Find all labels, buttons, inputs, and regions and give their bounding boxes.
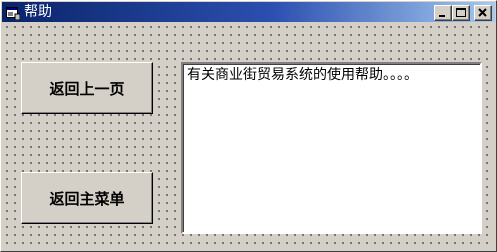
- main-menu-button[interactable]: 返回主菜单: [21, 172, 153, 224]
- minimize-icon: [439, 15, 445, 17]
- close-icon: [478, 8, 487, 17]
- title-bar[interactable]: 帮助: [2, 2, 495, 22]
- form-client-area: 返回上一页 返回主菜单 有关商业街贸易系统的使用帮助。。。。: [4, 24, 493, 249]
- maximize-icon: [456, 8, 466, 17]
- help-textbox[interactable]: 有关商业街贸易系统的使用帮助。。。。: [181, 62, 482, 234]
- app-window-icon[interactable]: [6, 5, 21, 21]
- help-window: 帮助 返回上一页 返回主菜单 有关商业街贸易系统的使用帮助。。。。: [0, 0, 497, 252]
- close-button[interactable]: [474, 5, 492, 21]
- minimize-button[interactable]: [434, 5, 452, 21]
- window-title: 帮助: [24, 4, 52, 20]
- maximize-button[interactable]: [452, 5, 470, 21]
- back-button[interactable]: 返回上一页: [21, 62, 153, 114]
